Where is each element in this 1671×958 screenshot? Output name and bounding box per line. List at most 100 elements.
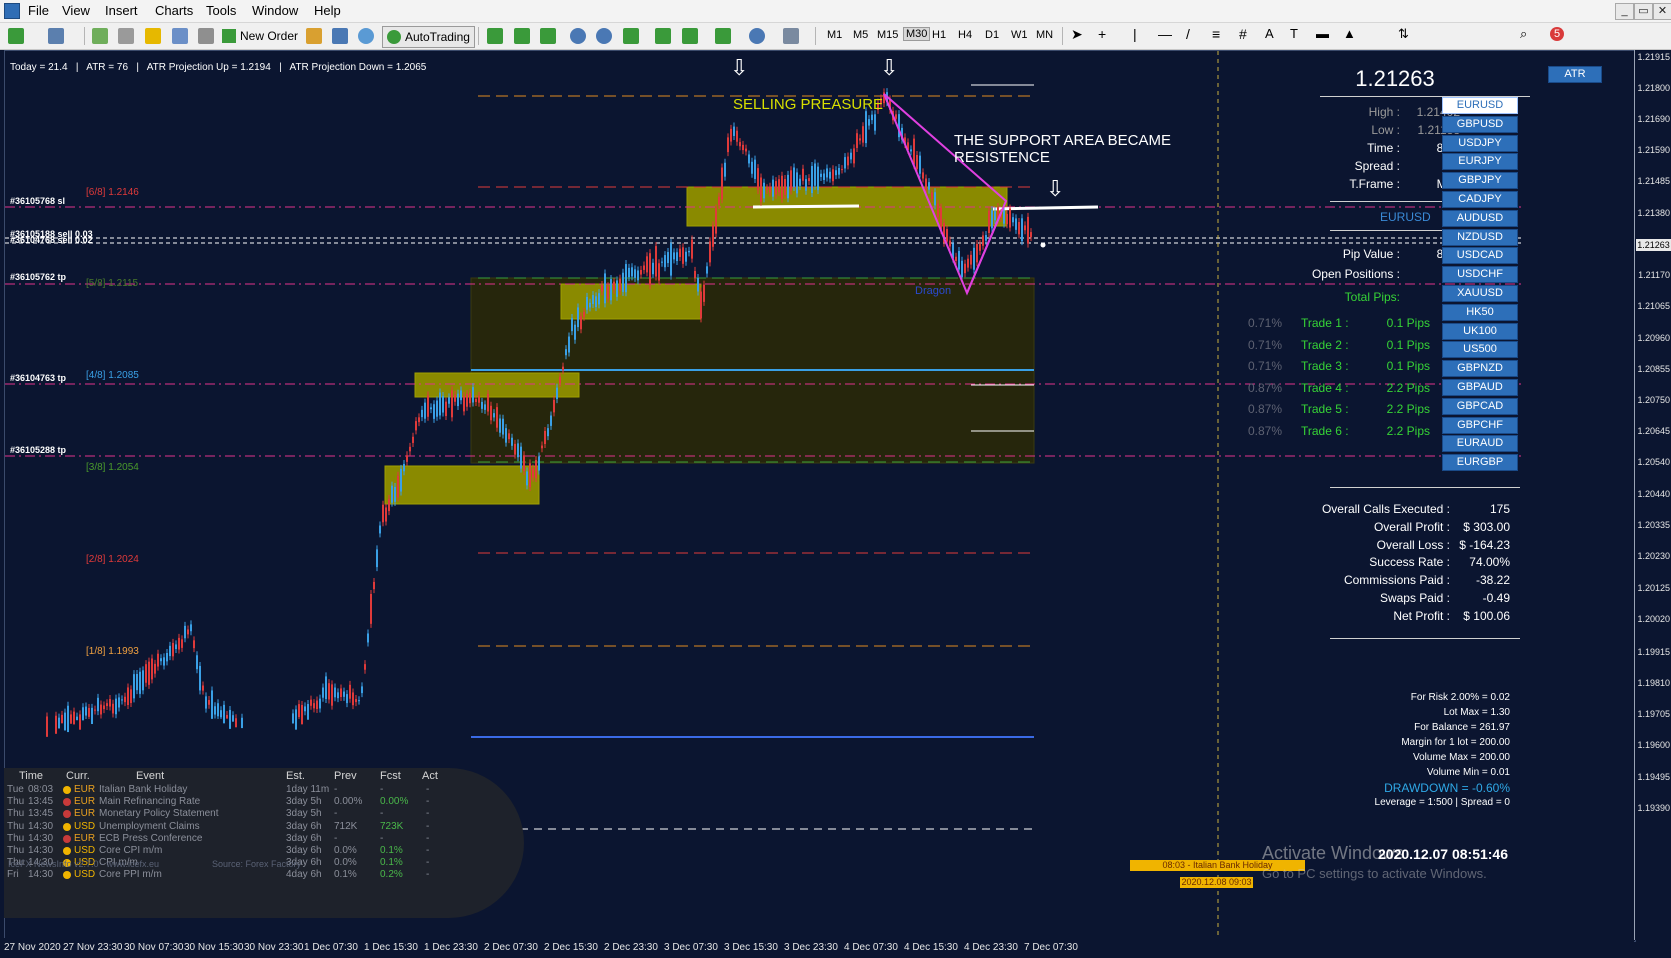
timeframe-m1[interactable]: M1: [827, 29, 842, 41]
atr-button[interactable]: ATR: [1548, 66, 1602, 83]
symbol-button-usdcad[interactable]: USDCAD: [1442, 247, 1518, 265]
new-chart-icon[interactable]: [8, 28, 24, 44]
signals-icon[interactable]: [332, 28, 348, 44]
candle-body: [814, 163, 816, 186]
symbol-button-eurgbp[interactable]: EURGBP: [1442, 454, 1518, 472]
trade-pips: 0.1 Pips: [1386, 359, 1430, 374]
menu-bar: File View Insert Charts Tools Window Hel…: [0, 0, 1671, 23]
symbol-button-cadjpy[interactable]: CADJPY: [1442, 191, 1518, 208]
menu-tools[interactable]: Tools: [206, 3, 236, 18]
total-pips-label: Total Pips:: [1344, 290, 1400, 304]
rectangle-icon[interactable]: ▬: [1316, 26, 1329, 41]
close-button[interactable]: ✕: [1653, 3, 1671, 20]
chart-shift-icon[interactable]: [682, 28, 698, 44]
auto-scroll-icon[interactable]: [655, 28, 671, 44]
timeframe-h4[interactable]: H4: [958, 29, 972, 41]
templates-icon[interactable]: [783, 28, 799, 44]
arrows-icon[interactable]: ⇅: [1398, 26, 1409, 42]
candle-body: [493, 413, 495, 418]
indicators-icon[interactable]: [715, 28, 731, 44]
zoom-out-icon[interactable]: [596, 28, 612, 44]
order-label-tp[interactable]: #36105762 tp: [10, 272, 66, 282]
zoom-in-icon[interactable]: [570, 28, 586, 44]
timeframe-d1[interactable]: D1: [985, 29, 999, 41]
candle-body: [85, 706, 87, 716]
autotrading-button[interactable]: AutoTrading: [382, 26, 475, 48]
timeframe-m5[interactable]: M5: [853, 29, 868, 41]
symbol-button-eurusd[interactable]: EURUSD: [1442, 97, 1518, 114]
minimize-button[interactable]: _: [1615, 3, 1634, 20]
menu-insert[interactable]: Insert: [105, 3, 138, 18]
text-icon[interactable]: A: [1265, 26, 1274, 41]
candle-body: [604, 273, 606, 304]
navigator-icon[interactable]: [145, 28, 161, 44]
news-header-previous: Prev: [334, 770, 357, 782]
channel-icon[interactable]: ≡: [1212, 26, 1220, 42]
symbol-button-usdchf[interactable]: USDCHF: [1442, 266, 1518, 284]
tile-windows-icon[interactable]: [623, 28, 639, 44]
menu-help[interactable]: Help: [314, 3, 341, 18]
crosshair-icon[interactable]: +: [1098, 26, 1106, 42]
market-icon[interactable]: [358, 28, 374, 44]
menu-view[interactable]: View: [62, 3, 90, 18]
notifications-badge[interactable]: 5: [1550, 27, 1564, 41]
bar-chart-icon[interactable]: [487, 28, 503, 44]
line-chart-icon[interactable]: [540, 28, 556, 44]
cursor-icon[interactable]: ➤: [1071, 26, 1083, 43]
symbol-button-gbpjpy[interactable]: GBPJPY: [1442, 172, 1518, 190]
menu-window[interactable]: Window: [252, 3, 298, 18]
strategy-tester-icon[interactable]: [198, 28, 214, 44]
candle-body: [652, 262, 654, 275]
symbol-button-us500[interactable]: US500: [1442, 341, 1518, 359]
symbol-button-euraud[interactable]: EURAUD: [1442, 435, 1518, 453]
periods-icon[interactable]: [749, 28, 765, 44]
triangle-icon[interactable]: ▲: [1343, 26, 1356, 41]
symbol-button-hk50[interactable]: HK50: [1442, 303, 1518, 321]
symbol-button-gbpchf[interactable]: GBPCHF: [1442, 416, 1518, 434]
symbol-button-xauusd[interactable]: XAUUSD: [1442, 285, 1518, 302]
metaeditor-icon[interactable]: [306, 28, 322, 44]
news-header-currency: Curr.: [66, 770, 90, 782]
restore-button[interactable]: ▭: [1634, 3, 1653, 20]
timeframe-m30[interactable]: M30: [903, 27, 931, 41]
time-axis-label: 1 Dec 07:30: [304, 942, 358, 953]
vertical-line-icon[interactable]: |: [1133, 26, 1137, 42]
candlestick-icon[interactable]: [514, 28, 530, 44]
symbol-button-gbpnzd[interactable]: GBPNZD: [1442, 360, 1518, 378]
new-order-button[interactable]: New Order: [222, 26, 298, 46]
timeframe-w1[interactable]: W1: [1011, 29, 1028, 41]
timeframe-mn[interactable]: MN: [1036, 29, 1053, 41]
candle-body: [136, 673, 138, 691]
data-window-icon[interactable]: [118, 28, 134, 44]
timeframe-m15[interactable]: M15: [877, 29, 898, 41]
label-icon[interactable]: T: [1290, 26, 1298, 41]
order-label-sell[interactable]: #36104768 sell 0.02: [10, 235, 93, 245]
symbol-button-eurjpy[interactable]: EURJPY: [1442, 153, 1518, 171]
search-icon[interactable]: ⌕: [1520, 26, 1527, 42]
market-watch-icon[interactable]: [92, 28, 108, 44]
timeframe-h1[interactable]: H1: [932, 29, 946, 41]
profiles-icon[interactable]: [48, 28, 64, 44]
symbol-button-gbpaud[interactable]: GBPAUD: [1442, 379, 1518, 396]
symbol-button-nzdusd[interactable]: NZDUSD: [1442, 228, 1518, 246]
symbol-button-audusd[interactable]: AUDUSD: [1442, 209, 1518, 227]
symbol-button-usdjpy[interactable]: USDJPY: [1442, 134, 1518, 152]
menu-file[interactable]: File: [28, 3, 49, 18]
fibonacci-icon[interactable]: #: [1239, 26, 1247, 42]
horizontal-line-icon[interactable]: —: [1158, 26, 1172, 42]
candle-body: [925, 178, 927, 190]
candle-body: [61, 714, 63, 724]
symbol-button-gbpcad[interactable]: GBPCAD: [1442, 397, 1518, 415]
symbol-button-gbpusd[interactable]: GBPUSD: [1442, 115, 1518, 133]
order-label-tp[interactable]: #36104763 tp: [10, 373, 66, 383]
symbol-button-uk100[interactable]: UK100: [1442, 322, 1518, 340]
terminal-icon[interactable]: [172, 28, 188, 44]
risk-line: Lot Max = 1.30: [1443, 707, 1510, 718]
candle-body: [103, 705, 105, 710]
candle-body: [154, 663, 156, 674]
news-day: Fri: [7, 869, 19, 881]
order-label-sl[interactable]: #36105768 sl: [10, 196, 65, 206]
menu-charts[interactable]: Charts: [155, 3, 193, 18]
order-label-tp[interactable]: #36105288 tp: [10, 445, 66, 455]
trendline-icon[interactable]: /: [1186, 26, 1190, 42]
